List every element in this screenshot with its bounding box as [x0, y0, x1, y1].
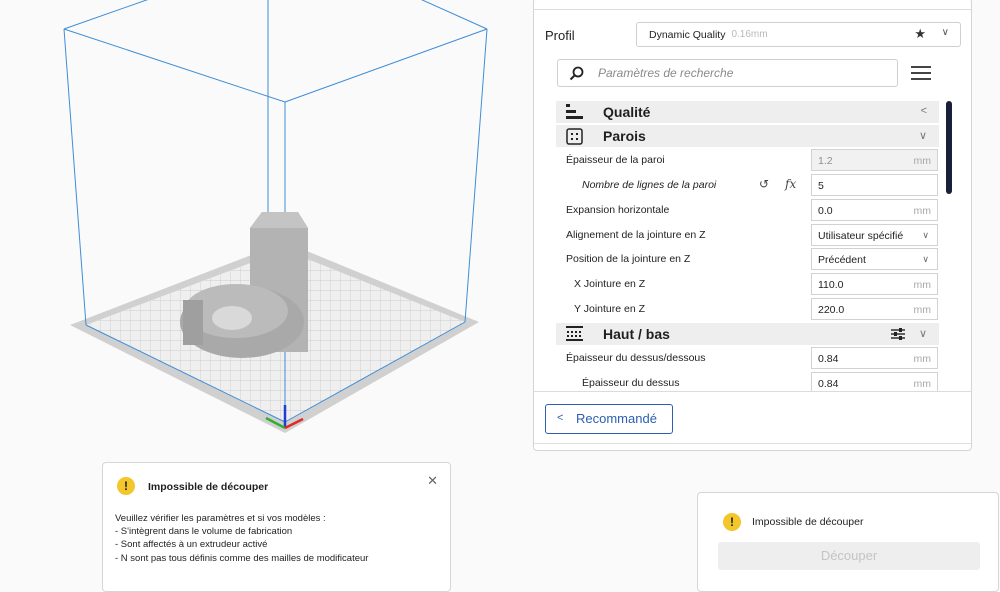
settings-scrollbar[interactable]	[946, 101, 952, 194]
slice-button[interactable]: Découper	[718, 542, 980, 570]
setting-label: Expansion horizontale	[566, 204, 670, 216]
chevron-down-icon: ∨	[941, 27, 949, 38]
sliders-icon[interactable]	[891, 328, 905, 340]
setting-top-bottom-thickness: Épaisseur du dessus/dessous 0.84 mm	[556, 346, 939, 371]
close-icon[interactable]: ✕	[427, 473, 438, 489]
setting-label: Position de la jointure en Z	[566, 253, 691, 265]
formula-icon[interactable]: fx	[785, 177, 796, 191]
profile-layer-height: 0.16mm	[731, 29, 768, 40]
field-value: 1.2	[818, 155, 833, 167]
field-unit: mm	[913, 304, 932, 316]
reset-icon[interactable]: ↺	[759, 177, 769, 191]
setting-z-seam-y: Y Jointure en Z 220.0 mm	[556, 297, 939, 322]
search-icon	[569, 66, 584, 81]
recommended-mode-button[interactable]: < Recommandé	[545, 404, 673, 434]
chevron-down-icon: ∨	[918, 328, 927, 340]
field-value: 110.0	[818, 279, 844, 291]
field-value: 0.84	[818, 353, 839, 365]
field-value: 0.0	[818, 205, 833, 217]
field-value: Précédent	[818, 254, 866, 266]
quality-icon	[566, 104, 583, 119]
setting-wall-thickness: Épaisseur de la paroi 1.2 mm	[556, 148, 939, 173]
category-top-bottom[interactable]: Haut / bas ∨	[556, 323, 939, 345]
setting-label: Épaisseur de la paroi	[566, 154, 665, 166]
profile-name: Dynamic Quality	[649, 28, 726, 41]
field-unit: mm	[913, 279, 932, 291]
slice-action-panel: ! Impossible de découper Découper	[697, 492, 999, 592]
panel-resize-handle[interactable]	[534, 443, 971, 450]
message-bullet: - Sont affectés à un extrudeur activé	[115, 539, 268, 551]
warning-icon: !	[117, 477, 135, 495]
z-seam-y-input[interactable]: 220.0 mm	[811, 298, 938, 320]
top-thickness-input[interactable]: 0.84 mm	[811, 372, 938, 391]
field-unit: mm	[913, 378, 932, 390]
setting-z-seam-x: X Jointure en Z 110.0 mm	[556, 272, 939, 297]
chevron-left-icon: <	[557, 412, 564, 424]
z-seam-x-input[interactable]: 110.0 mm	[811, 273, 938, 295]
setting-z-seam-alignment: Alignement de la jointure en Z Utilisate…	[556, 223, 939, 248]
profile-select[interactable]: Dynamic Quality 0.16mm ★ ∨	[636, 22, 961, 47]
settings-list[interactable]: Qualité < Parois ∨ Épaisseur de la paroi…	[556, 101, 939, 391]
category-walls[interactable]: Parois ∨	[556, 125, 939, 147]
top-bottom-thickness-input[interactable]: 0.84 mm	[811, 347, 938, 369]
message-bullet: - S'intègrent dans le volume de fabricat…	[115, 526, 293, 538]
chevron-down-icon: ∨	[918, 130, 927, 142]
settings-visibility-menu-button[interactable]	[911, 62, 931, 82]
panel-footer-divider	[534, 391, 971, 392]
favorite-star-icon[interactable]: ★	[914, 26, 926, 42]
setting-label: Épaisseur du dessus	[582, 377, 680, 389]
message-body: Veuillez vérifier les paramètres et si v…	[115, 512, 368, 565]
print-settings-panel: Profil Dynamic Quality 0.16mm ★ ∨ Paramè…	[533, 0, 972, 451]
field-unit: mm	[913, 353, 932, 365]
setting-label: X Jointure en Z	[574, 278, 646, 290]
category-label: Qualité	[603, 104, 651, 120]
settings-search-input[interactable]: Paramètres de recherche	[557, 59, 898, 87]
unable-to-slice-message: ! Impossible de découper ✕ Veuillez véri…	[102, 462, 451, 592]
profile-label: Profil	[545, 28, 575, 43]
setting-label: Y Jointure en Z	[574, 303, 646, 315]
setting-horizontal-expansion: Expansion horizontale 0.0 mm	[556, 198, 939, 223]
category-label: Haut / bas	[603, 326, 670, 342]
message-bullet: - N sont pas tous définis comme des mail…	[115, 552, 369, 564]
wall-line-count-input[interactable]: 5	[811, 174, 938, 196]
3d-viewport[interactable]	[0, 0, 530, 460]
setting-z-seam-position: Position de la jointure en Z Précédent ∨	[556, 247, 939, 272]
z-seam-alignment-select[interactable]: Utilisateur spécifié ∨	[811, 224, 938, 246]
setting-wall-line-count: Nombre de lignes de la paroi ↺ fx 5	[556, 173, 939, 198]
search-placeholder: Paramètres de recherche	[598, 66, 734, 80]
field-value: Utilisateur spécifié	[818, 230, 904, 242]
slice-status: Impossible de découper	[752, 516, 864, 528]
field-unit: mm	[913, 205, 932, 217]
setting-label: Alignement de la jointure en Z	[566, 229, 706, 241]
recommended-label: Recommandé	[576, 411, 657, 426]
setting-label: Nombre de lignes de la paroi	[582, 179, 717, 191]
category-quality[interactable]: Qualité <	[556, 101, 939, 123]
setting-label: Épaisseur du dessus/dessous	[566, 352, 706, 364]
warning-icon: !	[723, 513, 741, 531]
field-value: 0.84	[818, 378, 839, 390]
setting-top-thickness: Épaisseur du dessus 0.84 mm	[556, 371, 939, 391]
message-title: Impossible de découper	[148, 481, 269, 493]
chevron-down-icon: ∨	[922, 254, 929, 264]
horizontal-expansion-input[interactable]: 0.0 mm	[811, 199, 938, 221]
z-seam-position-select[interactable]: Précédent ∨	[811, 248, 938, 270]
chevron-down-icon: ∨	[922, 230, 929, 240]
message-intro: Veuillez vérifier les paramètres et si v…	[115, 513, 326, 524]
wall-thickness-input[interactable]: 1.2 mm	[811, 149, 938, 171]
walls-icon	[566, 128, 583, 145]
field-unit: mm	[913, 155, 932, 167]
field-value: 5	[818, 180, 824, 192]
top-bottom-icon	[566, 326, 583, 341]
build-plate-scene	[63, 0, 488, 433]
panel-header-divider	[534, 9, 971, 10]
field-value: 220.0	[818, 304, 845, 316]
category-label: Parois	[603, 128, 646, 144]
chevron-left-icon: <	[920, 105, 927, 117]
